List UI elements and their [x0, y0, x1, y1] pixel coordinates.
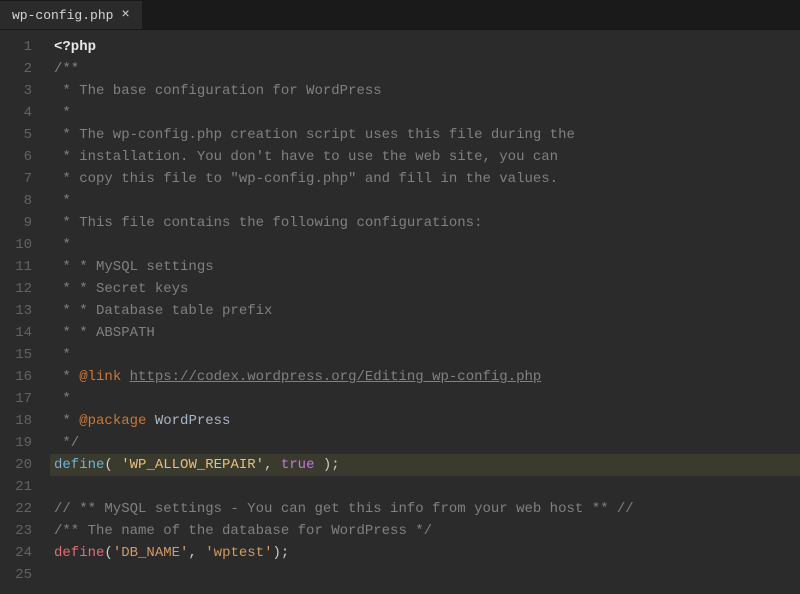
code-line[interactable]: define( 'WP_ALLOW_REPAIR', true );	[50, 454, 800, 476]
editor[interactable]: 1234567891011121314151617181920212223242…	[0, 30, 800, 594]
paren-close: );	[314, 457, 339, 473]
comment-text: * This file contains the following confi…	[54, 215, 482, 231]
line-number: 25	[0, 564, 32, 586]
line-number: 1	[0, 36, 32, 58]
comment-text: // ** MySQL settings - You can get this …	[54, 501, 634, 517]
code-line[interactable]	[50, 476, 800, 498]
line-number: 18	[0, 410, 32, 432]
code-line[interactable]: * copy this file to "wp-config.php" and …	[50, 168, 800, 190]
code-line[interactable]: define('DB_NAME', 'wptest');	[50, 542, 800, 564]
comment-text: *	[54, 193, 71, 209]
comment-text: *	[54, 347, 71, 363]
comment-prefix: *	[54, 413, 79, 429]
comment-text: * * Secret keys	[54, 281, 188, 297]
code-line[interactable]: * The wp-config.php creation script uses…	[50, 124, 800, 146]
code-line[interactable]: *	[50, 388, 800, 410]
comma: ,	[188, 545, 205, 561]
line-number: 8	[0, 190, 32, 212]
code-line[interactable]: * @link https://codex.wordpress.org/Edit…	[50, 366, 800, 388]
tab-filename: wp-config.php	[12, 8, 113, 23]
package-name: WordPress	[155, 413, 231, 429]
line-number: 7	[0, 168, 32, 190]
code-line[interactable]: *	[50, 102, 800, 124]
paren-open: (	[104, 545, 112, 561]
line-number: 11	[0, 256, 32, 278]
code-area[interactable]: <?php /** * The base configuration for Wo…	[50, 36, 800, 594]
comment-text: * installation. You don't have to use th…	[54, 149, 558, 165]
function-define: define	[54, 457, 104, 473]
line-number: 20	[0, 454, 32, 476]
code-line[interactable]: * @package WordPress	[50, 410, 800, 432]
doc-link-url[interactable]: https://codex.wordpress.org/Editing_wp-c…	[130, 369, 542, 385]
comment-text: * * MySQL settings	[54, 259, 214, 275]
comment-text: * The base configuration for WordPress	[54, 83, 382, 99]
comment-text: * The wp-config.php creation script uses…	[54, 127, 575, 143]
line-number: 23	[0, 520, 32, 542]
line-number: 4	[0, 102, 32, 124]
code-line[interactable]: *	[50, 344, 800, 366]
code-line[interactable]: * * ABSPATH	[50, 322, 800, 344]
code-line[interactable]: */	[50, 432, 800, 454]
comment-text: * * Database table prefix	[54, 303, 272, 319]
line-number: 2	[0, 58, 32, 80]
code-line[interactable]: * * MySQL settings	[50, 256, 800, 278]
php-open-tag: <?php	[54, 39, 96, 55]
tab-wp-config[interactable]: wp-config.php ×	[0, 1, 142, 29]
line-number: 17	[0, 388, 32, 410]
line-number: 15	[0, 344, 32, 366]
close-icon[interactable]: ×	[121, 7, 129, 23]
comma: ,	[264, 457, 281, 473]
comment-text: *	[54, 237, 71, 253]
comment-text: */	[54, 435, 79, 451]
code-line[interactable]: <?php	[50, 36, 800, 58]
comment-text: *	[54, 391, 71, 407]
code-line[interactable]: /**	[50, 58, 800, 80]
code-line[interactable]: * The base configuration for WordPress	[50, 80, 800, 102]
code-line[interactable]: *	[50, 234, 800, 256]
code-line[interactable]	[50, 564, 800, 586]
line-number: 12	[0, 278, 32, 300]
code-line[interactable]: // ** MySQL settings - You can get this …	[50, 498, 800, 520]
paren-close: );	[272, 545, 289, 561]
doctag-link: @link	[79, 369, 121, 385]
string-value: 'wptest'	[205, 545, 272, 561]
comment-text: * * ABSPATH	[54, 325, 155, 341]
line-number: 5	[0, 124, 32, 146]
line-number: 16	[0, 366, 32, 388]
code-line[interactable]: /** The name of the database for WordPre…	[50, 520, 800, 542]
function-define: define	[54, 545, 104, 561]
doctag-package: @package	[79, 413, 146, 429]
line-number: 19	[0, 432, 32, 454]
comment-text: /**	[54, 61, 79, 77]
code-line[interactable]: * * Database table prefix	[50, 300, 800, 322]
line-number: 3	[0, 80, 32, 102]
line-number: 22	[0, 498, 32, 520]
line-number-gutter: 1234567891011121314151617181920212223242…	[0, 36, 50, 594]
comment-text: *	[54, 105, 71, 121]
boolean-value: true	[281, 457, 315, 473]
tab-bar: wp-config.php ×	[0, 0, 800, 30]
line-number: 24	[0, 542, 32, 564]
line-number: 14	[0, 322, 32, 344]
line-number: 9	[0, 212, 32, 234]
code-line[interactable]: * * Secret keys	[50, 278, 800, 300]
line-number: 21	[0, 476, 32, 498]
comment-text: /** The name of the database for WordPre…	[54, 523, 432, 539]
line-number: 13	[0, 300, 32, 322]
line-number: 6	[0, 146, 32, 168]
comment-prefix: *	[54, 369, 79, 385]
string-constant-name: 'WP_ALLOW_REPAIR'	[121, 457, 264, 473]
code-line[interactable]: * This file contains the following confi…	[50, 212, 800, 234]
line-number: 10	[0, 234, 32, 256]
string-constant-name: 'DB_NAME'	[113, 545, 189, 561]
comment-text: * copy this file to "wp-config.php" and …	[54, 171, 558, 187]
paren-open: (	[104, 457, 121, 473]
code-line[interactable]: * installation. You don't have to use th…	[50, 146, 800, 168]
code-line[interactable]: *	[50, 190, 800, 212]
